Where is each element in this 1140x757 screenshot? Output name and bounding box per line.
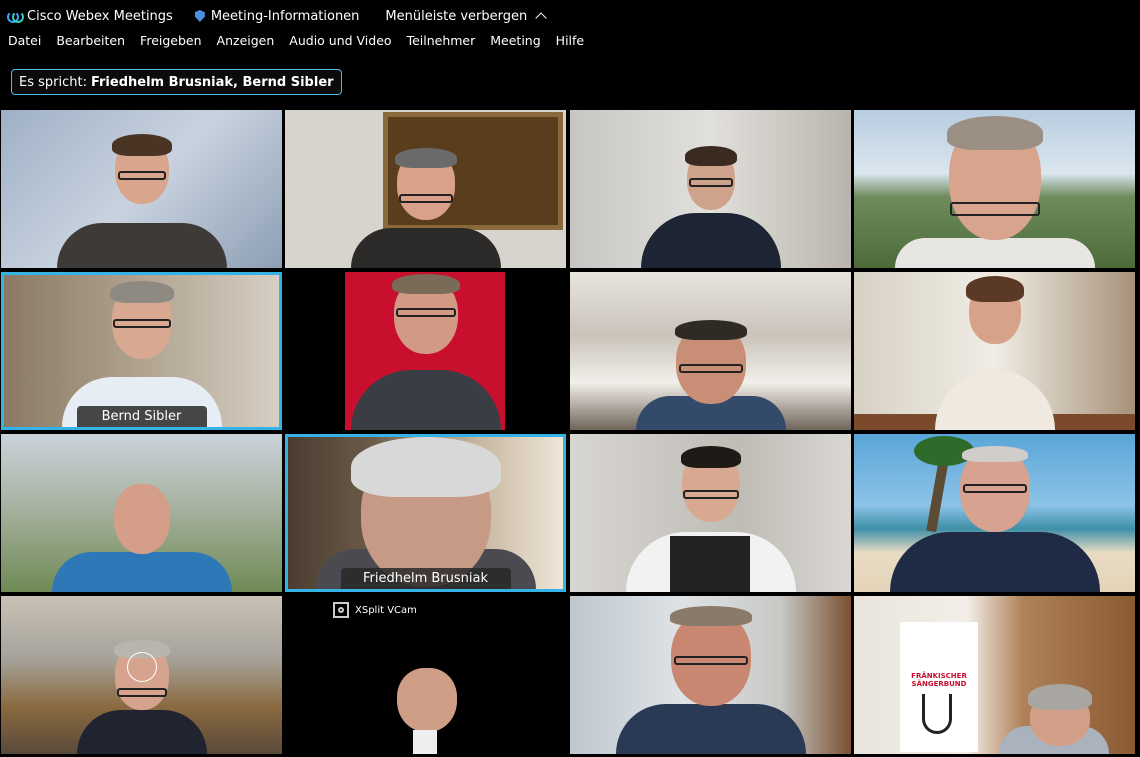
chevron-up-icon [535,12,547,24]
saengerbund-banner: FRÄNKISCHER SÄNGERBUND [900,622,978,752]
speaker-label: Es spricht: [19,74,87,90]
video-tile[interactable] [1,596,282,754]
menu-teilnehmer[interactable]: Teilnehmer [407,33,476,55]
menu-bar: Datei Bearbeiten Freigeben Anzeigen Audi… [0,33,591,55]
active-speaker-indicator: Es spricht: Friedhelm Brusniak, Bernd Si… [11,69,342,95]
video-tile[interactable] [1,110,282,268]
menu-anzeigen[interactable]: Anzeigen [217,33,275,55]
menu-datei[interactable]: Datei [8,33,41,55]
cursor-indicator [127,652,157,682]
hide-menubar-label: Menüleiste verbergen [385,8,528,24]
video-tile[interactable] [570,596,851,754]
menu-hilfe[interactable]: Hilfe [556,33,584,55]
title-bar: Cisco Webex Meetings Meeting-Information… [0,0,1140,32]
video-tile[interactable] [285,272,566,430]
video-tile[interactable]: XSplit VCam [285,596,566,754]
menu-meeting[interactable]: Meeting [490,33,540,55]
video-tile[interactable] [570,272,851,430]
participant-name-tag: Bernd Sibler [76,406,207,427]
video-tile[interactable] [854,272,1135,430]
video-tile[interactable]: FRÄNKISCHER SÄNGERBUND [854,596,1135,754]
app-name: Cisco Webex Meetings [27,8,173,24]
banner-text: FRÄNKISCHER SÄNGERBUND [911,672,967,688]
webex-logo-icon [7,10,24,23]
menu-audio-video[interactable]: Audio und Video [289,33,391,55]
shield-icon [194,10,205,22]
video-tile-active-speaker[interactable]: Bernd Sibler [1,272,282,430]
video-tile[interactable] [285,110,566,268]
video-tile[interactable] [570,110,851,268]
video-tile[interactable] [854,434,1135,592]
xsplit-logo-icon [333,602,349,618]
menu-bearbeiten[interactable]: Bearbeiten [56,33,125,55]
hide-menubar-button[interactable]: Menüleiste verbergen [385,8,547,24]
meeting-info-label: Meeting-Informationen [210,8,360,24]
video-tile-active-speaker[interactable]: Friedhelm Brusniak [285,434,566,592]
participant-name-tag: Friedhelm Brusniak [340,568,511,589]
vcam-label: XSplit VCam [355,604,417,616]
app-title: Cisco Webex Meetings [0,9,173,24]
video-tile[interactable] [1,434,282,592]
speaker-names: Friedhelm Brusniak, Bernd Sibler [90,74,334,90]
menu-freigeben[interactable]: Freigeben [140,33,201,55]
video-tile[interactable] [854,110,1135,268]
meeting-info-button[interactable]: Meeting-Informationen [173,8,360,24]
video-tile[interactable] [570,434,851,592]
xsplit-vcam-watermark: XSplit VCam [333,602,417,618]
